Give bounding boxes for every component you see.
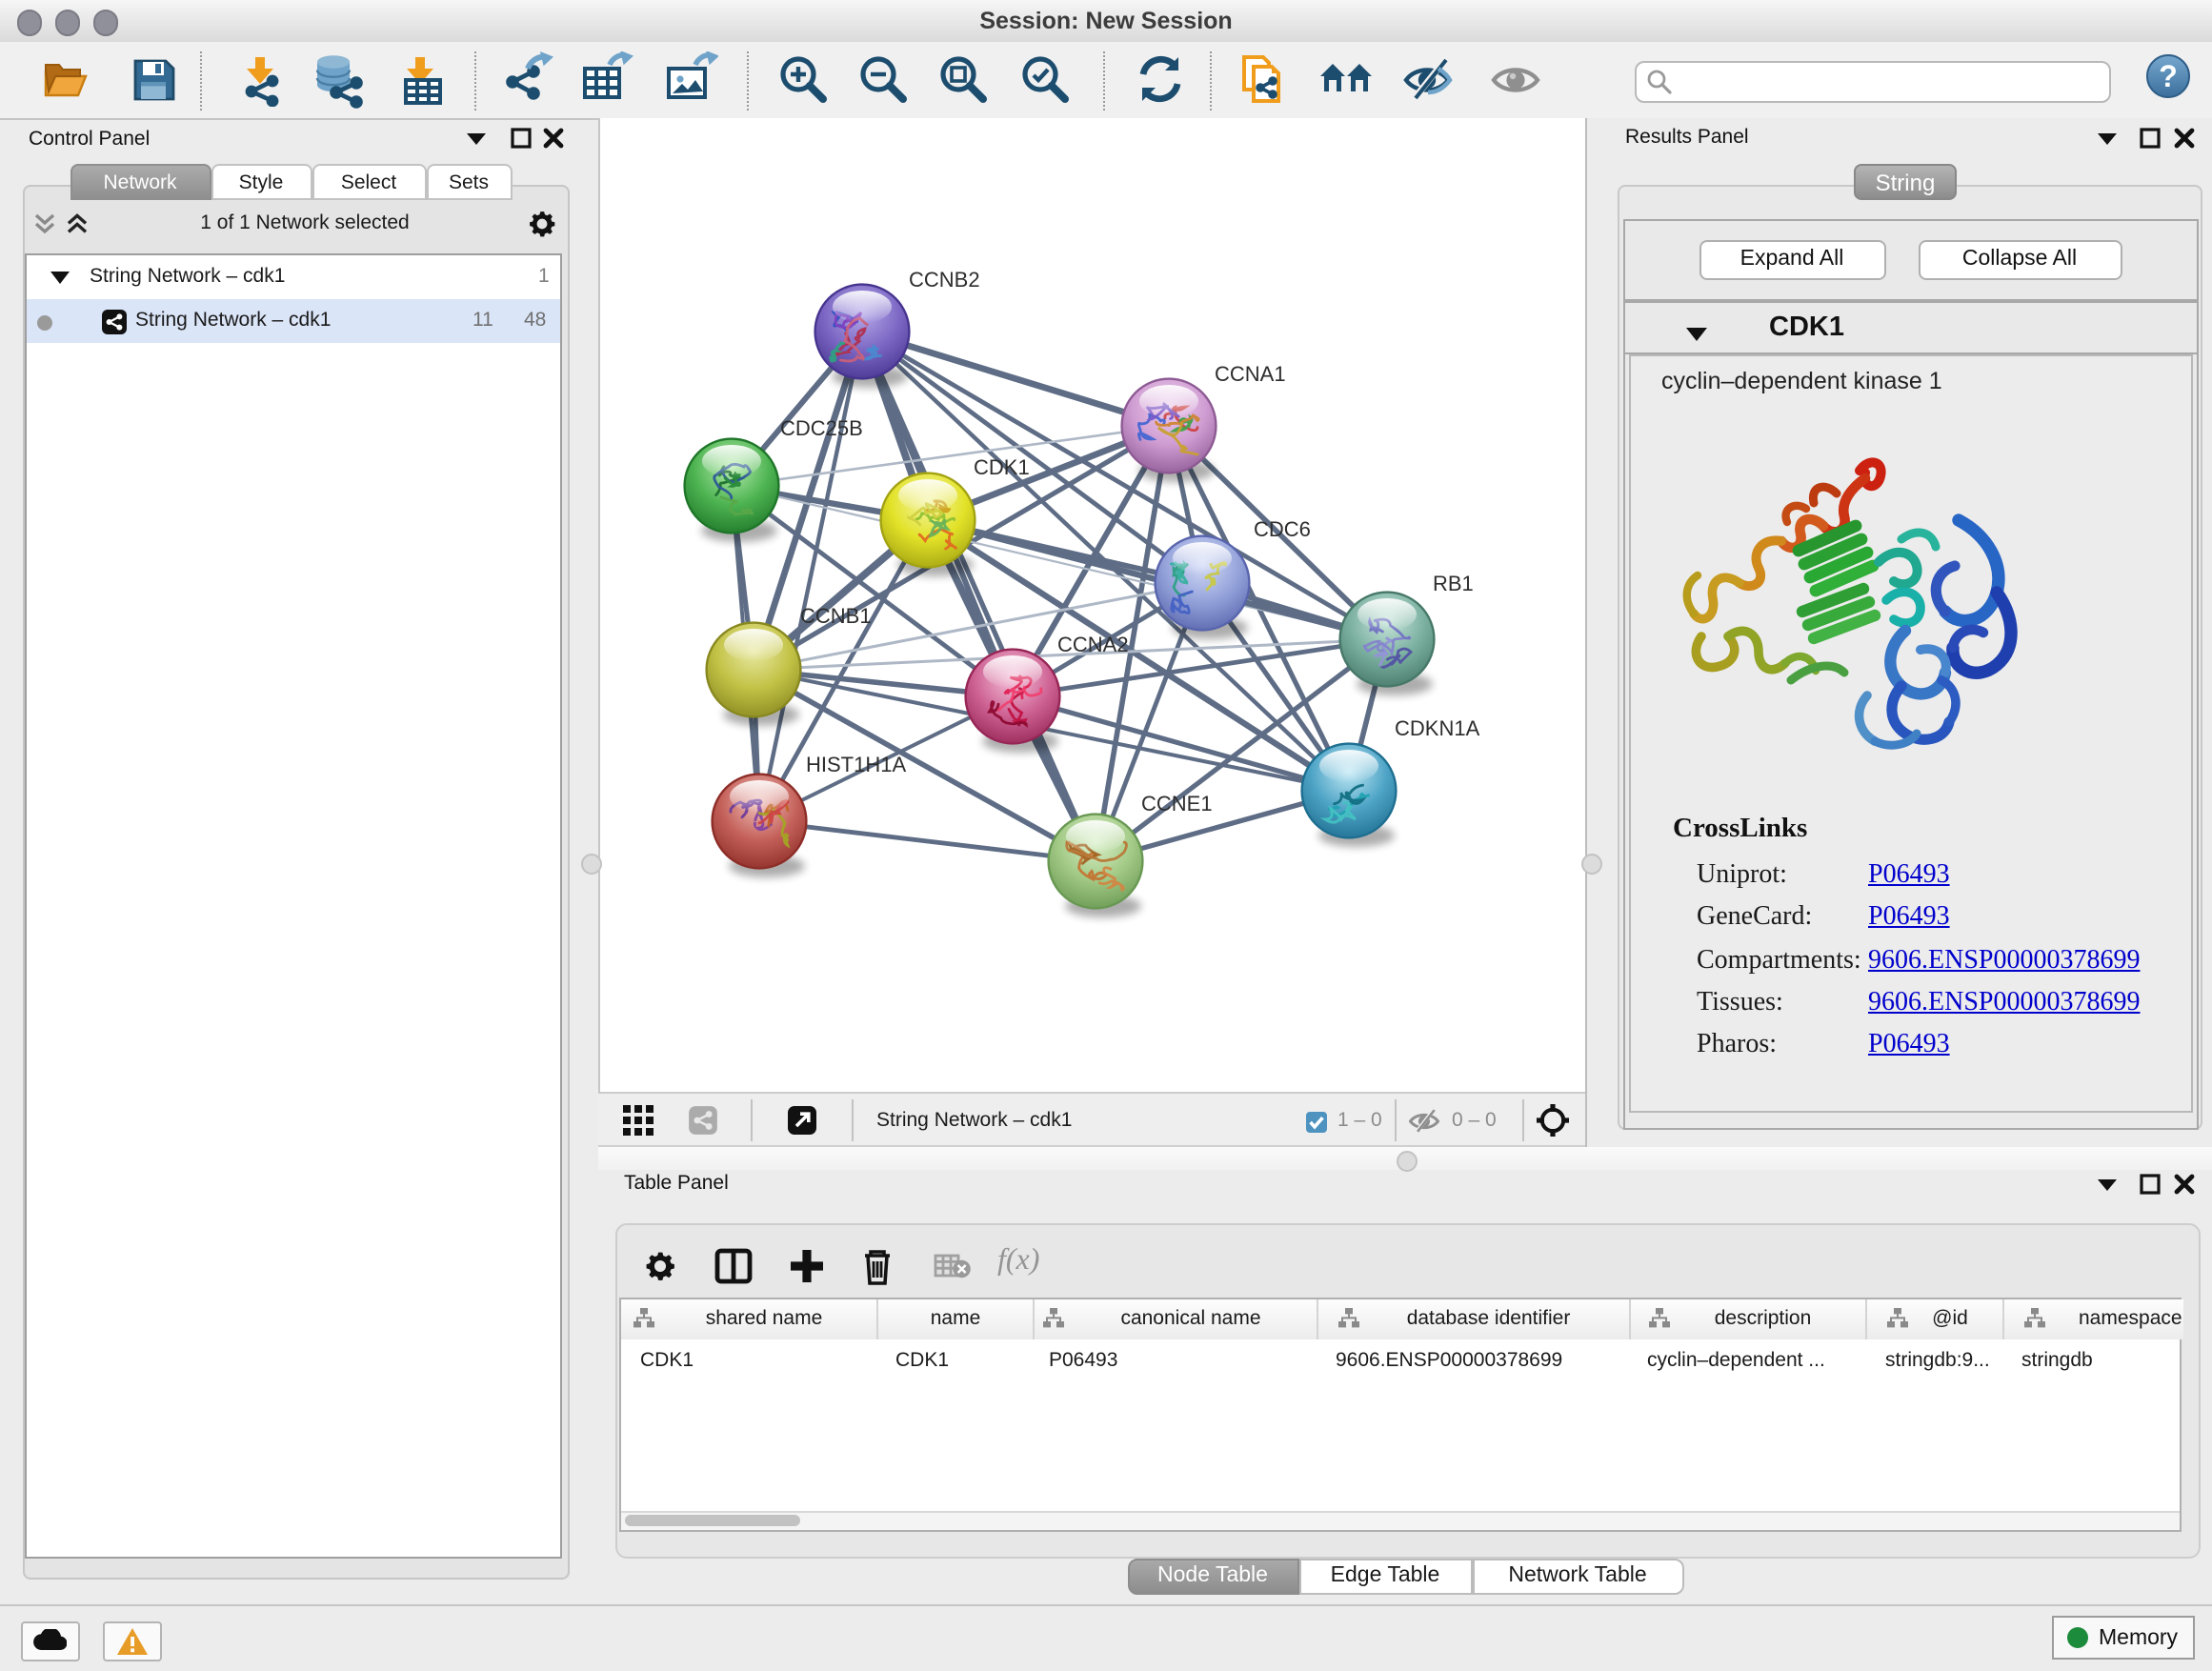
svg-text:CCNA1: CCNA1 <box>1215 362 1286 386</box>
svg-text:CDC25B: CDC25B <box>780 416 863 440</box>
svg-text:CDKN1A: CDKN1A <box>1395 716 1480 740</box>
svg-text:CDK1: CDK1 <box>974 455 1030 479</box>
svg-text:RB1: RB1 <box>1433 572 1474 595</box>
svg-text:?: ? <box>2159 59 2178 93</box>
svg-text:CCNE1: CCNE1 <box>1141 792 1213 815</box>
svg-text:CCNB2: CCNB2 <box>909 268 980 292</box>
svg-text:CCNB1: CCNB1 <box>800 604 872 628</box>
svg-text:HIST1H1A: HIST1H1A <box>806 753 906 776</box>
svg-text:CDC6: CDC6 <box>1254 517 1311 541</box>
svg-text:CCNA2: CCNA2 <box>1057 633 1129 656</box>
